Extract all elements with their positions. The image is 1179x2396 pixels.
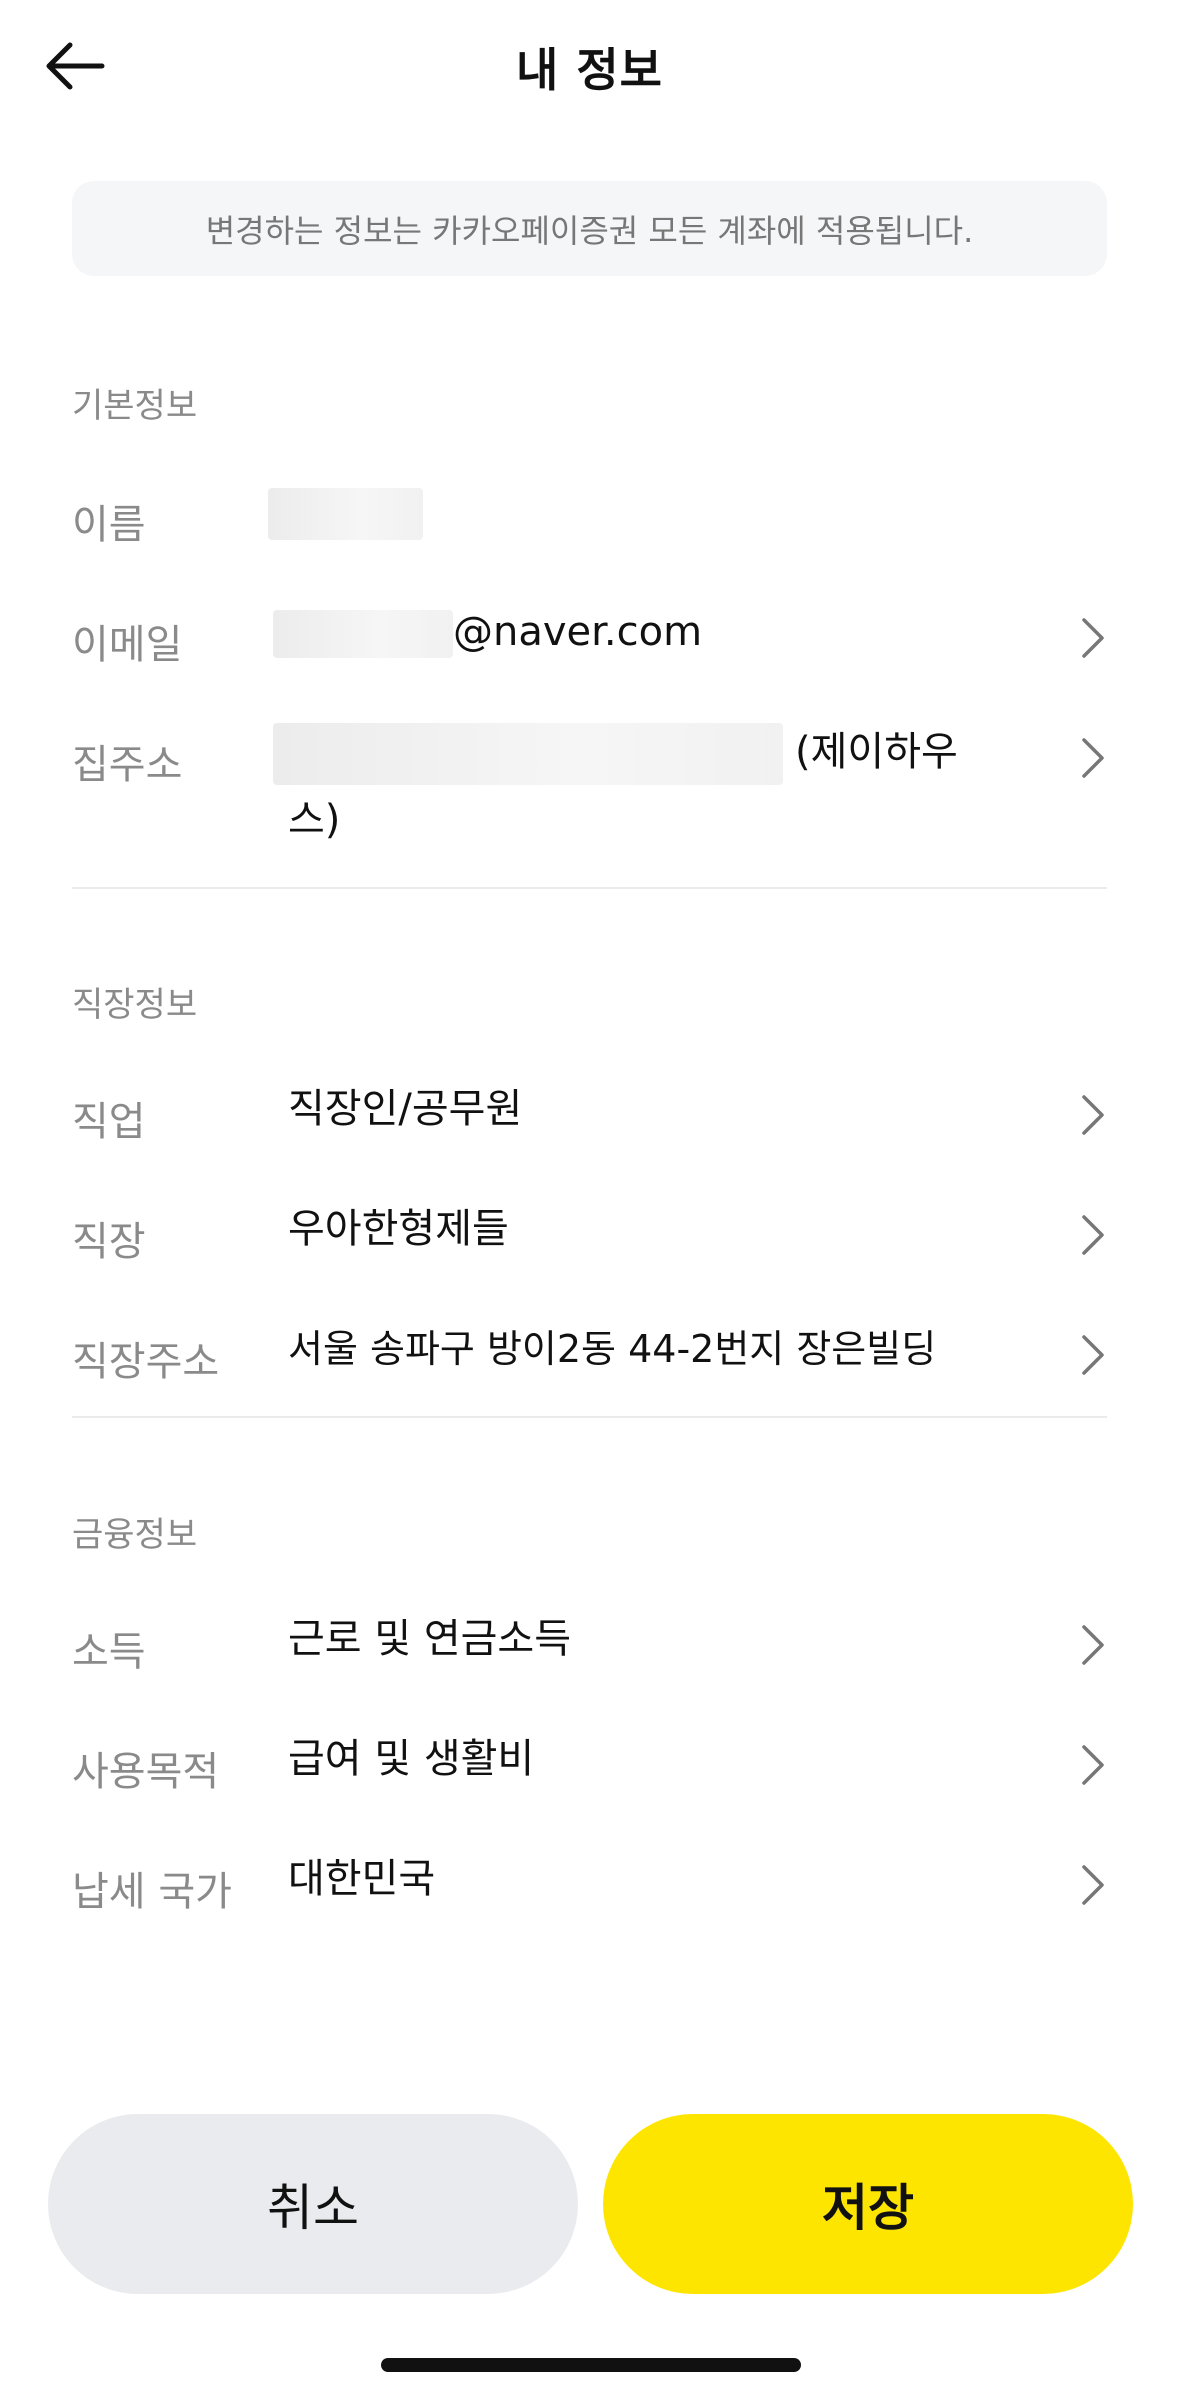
notice-banner: 변경하는 정보는 카카오페이증권 모든 계좌에 적용됩니다. [72,181,1107,276]
save-button[interactable]: 저장 [603,2114,1133,2294]
section-title-work: 직장정보 [72,985,198,1025]
chevron-right-icon [1072,1861,1112,1909]
row-home-address[interactable]: 집주소 (제이하우스) [72,718,1112,858]
email-label: 이메일 [72,622,183,668]
home-address-value: (제이하우스) [273,718,988,854]
company-address-label: 직장주소 [72,1339,220,1385]
row-purpose[interactable]: 사용목적 급여 및 생활비 [72,1725,1112,1805]
chevron-right-icon [1072,734,1112,782]
email-value: @naver.com [273,598,1048,666]
chevron-right-icon [1072,1621,1112,1669]
chevron-right-icon [1072,1741,1112,1789]
chevron-right-icon [1072,614,1112,662]
tax-country-value: 대한민국 [288,1856,436,1902]
company-value: 우아한형제들 [288,1206,509,1252]
chevron-right-icon [1072,1211,1112,1259]
company-address-value: 서울 송파구 방이2동 44-2번지 장은빌딩 [288,1327,937,1371]
row-name: 이름 [72,478,1112,558]
page-title: 내 정보 [516,43,663,97]
divider [72,887,1107,889]
row-tax-country[interactable]: 납세 국가 대한민국 [72,1845,1112,1925]
redacted-home-address [273,723,783,785]
row-company-address[interactable]: 직장주소 서울 송파구 방이2동 44-2번지 장은빌딩 [72,1315,1112,1395]
section-title-basic: 기본정보 [72,386,198,426]
row-income[interactable]: 소득 근로 및 연금소득 [72,1605,1112,1685]
redacted-name [268,488,423,540]
name-label: 이름 [72,502,146,548]
purpose-value: 급여 및 생활비 [288,1736,535,1782]
email-domain: @naver.com [453,609,703,655]
my-info-page: 내 정보 변경하는 정보는 카카오페이증권 모든 계좌에 적용됩니다. 기본정보… [0,0,1179,2396]
company-label: 직장 [72,1219,146,1265]
home-indicator [381,2358,801,2372]
row-job[interactable]: 직업 직장인/공무원 [72,1075,1112,1155]
name-value [268,478,1048,546]
row-email[interactable]: 이메일 @naver.com [72,598,1112,678]
purpose-label: 사용목적 [72,1749,220,1795]
redacted-email-user [273,610,453,658]
row-company[interactable]: 직장 우아한형제들 [72,1195,1112,1275]
section-title-finance: 금융정보 [72,1515,198,1555]
home-address-label: 집주소 [72,742,183,788]
cancel-button[interactable]: 취소 [48,2114,578,2294]
tax-country-label: 납세 국가 [72,1869,232,1915]
income-label: 소득 [72,1629,146,1675]
income-value: 근로 및 연금소득 [288,1616,572,1662]
chevron-right-icon [1072,1091,1112,1139]
job-value: 직장인/공무원 [288,1086,523,1132]
divider [72,1416,1107,1418]
job-label: 직업 [72,1099,146,1145]
chevron-right-icon [1072,1331,1112,1379]
